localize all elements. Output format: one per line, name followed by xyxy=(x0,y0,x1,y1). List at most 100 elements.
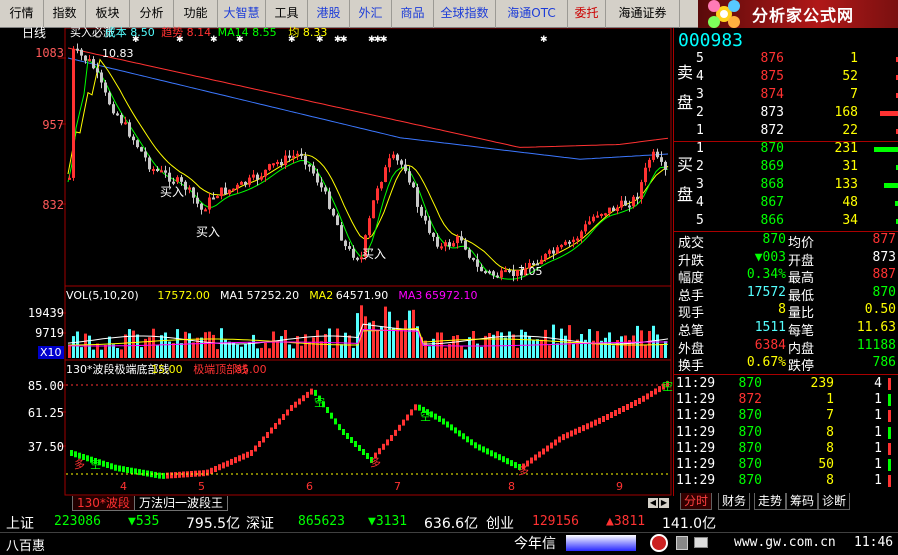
tick-side-bar xyxy=(888,394,891,407)
stat-value: 1511 xyxy=(754,320,786,335)
tick-volume: 8 xyxy=(826,473,834,489)
sell-volume: 22 xyxy=(842,123,858,138)
stat-value: 0.50 xyxy=(864,302,896,318)
status-url[interactable]: www.gw.com.cn xyxy=(734,535,836,550)
buy-price: 870 xyxy=(760,141,784,156)
tick-volume: 7 xyxy=(826,408,834,424)
stat-value: 11188 xyxy=(856,337,896,353)
volume-bar-16 xyxy=(132,330,135,358)
tick-row[interactable]: 11:29 870 8 1 xyxy=(676,425,896,441)
volume-bar-30 xyxy=(188,333,191,358)
ind-y-tick-61: 61.25 xyxy=(27,406,64,420)
candle-body-32 xyxy=(196,197,199,204)
candle-body-105 xyxy=(488,271,491,274)
buy-row-5[interactable]: 5 866 34 xyxy=(696,213,898,231)
panel-tab-3[interactable]: 筹码 xyxy=(786,493,819,510)
stat-key: 最低 xyxy=(788,288,815,304)
sell-row-5[interactable]: 5 876 1 xyxy=(696,51,898,69)
sz-label[interactable]: 深证 xyxy=(246,513,274,533)
panel-tab-2[interactable]: 走势 xyxy=(754,493,787,510)
sell-volume: 52 xyxy=(842,69,858,84)
panel-tab-0[interactable]: 分时 xyxy=(680,493,713,510)
sell-price: 872 xyxy=(760,123,784,138)
candle-body-5 xyxy=(88,59,91,62)
volume-bar-0 xyxy=(68,344,71,358)
indicator-tabs: 130*波段 万法归一波段王 ◀ ▶ xyxy=(0,496,672,512)
sell-label-1: 卖 xyxy=(677,63,694,82)
quote-panel: 000983 卖 盘 5 876 1 4 875 52 3 874 7 2 873 168 1 872 22… xyxy=(673,28,898,511)
candle-body-86 xyxy=(412,182,415,188)
buy-row-3[interactable]: 3 868 133 xyxy=(696,177,898,195)
buy-level: 5 xyxy=(696,213,704,228)
menu-item-11[interactable]: 海通OTC xyxy=(496,0,568,28)
indicator-bar-4 xyxy=(86,455,89,462)
cy-label[interactable]: 创业 xyxy=(486,513,514,533)
scroll-right-icon[interactable]: ▶ xyxy=(659,498,669,508)
sell-row-4[interactable]: 4 875 52 xyxy=(696,69,898,87)
chart-area[interactable]: ✱ ✱ ✱ ✱ ✱ ✱ ✱ ✱ ✱ ✱ ✱ ✱ 日线 买入必涨 成本 8.50 趋势 8.14 MA14 8… xyxy=(0,26,673,496)
tick-row[interactable]: 11:29 872 1 1 xyxy=(676,392,896,408)
candle-body-21 xyxy=(152,169,155,171)
menu-item-9[interactable]: 商品 xyxy=(392,0,434,28)
buy-row-1[interactable]: 1 870 231 xyxy=(696,141,898,159)
chart-svg[interactable]: ✱ ✱ ✱ ✱ ✱ ✱ ✱✱ ✱✱✱ ✱ xyxy=(0,28,672,496)
tick-row[interactable]: 11:29 870 7 1 xyxy=(676,408,896,424)
indicator-bar-108 xyxy=(502,456,505,463)
indicator-bar-121 xyxy=(554,439,557,446)
stat-value: 0.34% xyxy=(746,267,786,283)
indicator-bar-86 xyxy=(414,404,417,411)
candle-body-69 xyxy=(344,240,347,247)
menu-item-12[interactable]: 委托 xyxy=(568,0,606,28)
sell-row-1[interactable]: 1 872 22 xyxy=(696,123,898,141)
panel-tab-4[interactable]: 诊断 xyxy=(818,493,851,510)
stat-row-7: 换手 0.67% 跌停 786 xyxy=(678,355,896,374)
menu-item-1[interactable]: 指数 xyxy=(44,0,86,28)
volume-bar-49 xyxy=(264,342,267,358)
indicator-bar-101 xyxy=(474,442,477,449)
vol-legend-item-7: 65972.10 xyxy=(425,289,478,302)
volume-bar-125 xyxy=(568,325,571,358)
menu-item-10[interactable]: 全球指数 xyxy=(434,0,496,28)
vol-legend-item-1: 17572.00 xyxy=(157,289,210,302)
indicator-bar-104 xyxy=(486,448,489,455)
indicator-bar-138 xyxy=(622,406,625,412)
tab-130-wave[interactable]: 130*波段 xyxy=(72,496,135,511)
candle-body-101 xyxy=(472,257,475,260)
menu-item-8[interactable]: 外汇 xyxy=(350,0,392,28)
menu-item-5[interactable]: 大智慧 xyxy=(218,0,266,28)
indicator-bar-82 xyxy=(398,424,401,431)
candle-body-127 xyxy=(576,238,579,241)
tick-row[interactable]: 11:29 870 50 1 xyxy=(676,457,896,473)
panel-tab-1[interactable]: 财务 xyxy=(718,493,751,510)
tick-volume: 1 xyxy=(826,392,834,408)
volume-bar-44 xyxy=(244,343,247,358)
indicator-bar-132 xyxy=(598,417,601,424)
buy-row-4[interactable]: 4 867 48 xyxy=(696,195,898,213)
indicator-bar-42 xyxy=(238,455,241,462)
menu-item-6[interactable]: 工具 xyxy=(266,0,308,28)
menu-item-13[interactable]: 海通证券 xyxy=(606,0,680,28)
indicator-bar-100 xyxy=(470,439,473,446)
menu-item-0[interactable]: 行情 xyxy=(0,0,44,28)
menu-item-7[interactable]: 港股 xyxy=(308,0,350,28)
menu-item-2[interactable]: 板块 xyxy=(86,0,130,28)
sell-row-3[interactable]: 3 874 7 xyxy=(696,87,898,105)
stat-value: 6384 xyxy=(754,337,786,353)
scroll-left-icon[interactable]: ◀ xyxy=(648,498,658,508)
candle-body-19 xyxy=(144,151,147,158)
menu-item-3[interactable]: 分析 xyxy=(130,0,174,28)
tick-row[interactable]: 11:29 870 8 1 xyxy=(676,441,896,457)
sh-label[interactable]: 上证 xyxy=(6,513,34,533)
buy-row-2[interactable]: 2 869 31 xyxy=(696,159,898,177)
tick-row[interactable]: 11:29 870 8 1 xyxy=(676,473,896,489)
tab-wave-king[interactable]: 万法归一波段王 xyxy=(134,496,229,511)
tick-row[interactable]: 11:29 870 239 4 xyxy=(676,376,896,392)
candle-body-8 xyxy=(100,72,103,83)
menu-item-4[interactable]: 功能 xyxy=(174,0,218,28)
sell-row-2[interactable]: 2 873 168 xyxy=(696,105,898,123)
stat-key: 跌停 xyxy=(788,359,815,375)
candle-body-148 xyxy=(660,157,663,162)
candle-body-66 xyxy=(332,208,335,216)
status-time: 11:46 xyxy=(854,535,894,550)
candle-body-3 xyxy=(80,49,83,56)
